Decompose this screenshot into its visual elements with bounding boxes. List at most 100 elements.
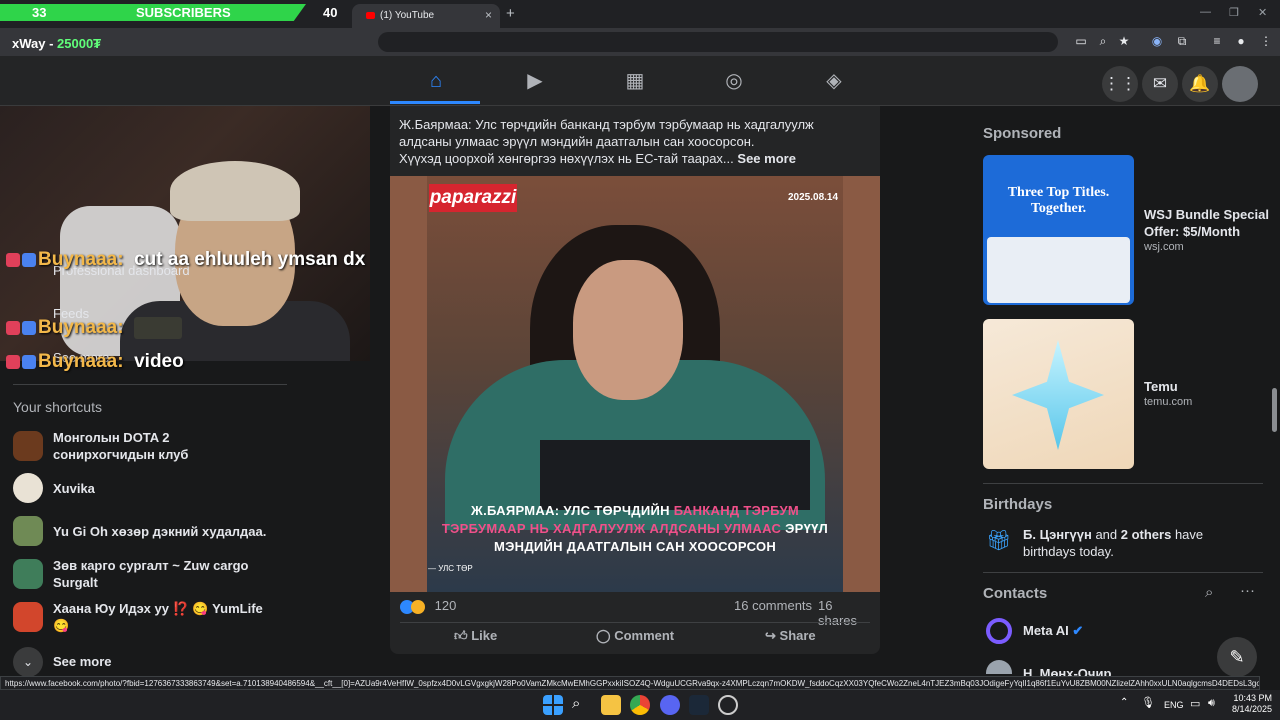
subscriber-goal: 40 bbox=[323, 5, 338, 20]
bookmark-star-icon[interactable]: ★ bbox=[1116, 34, 1132, 48]
podium bbox=[540, 440, 810, 510]
more-options-icon[interactable]: ··· bbox=[1240, 582, 1255, 599]
browser-tab[interactable]: (1) YouTube × bbox=[352, 4, 500, 28]
steam-icon[interactable] bbox=[689, 695, 709, 715]
birthday-and: and bbox=[1091, 527, 1121, 542]
meta-ai-icon bbox=[986, 618, 1012, 644]
volume-icon[interactable]: 🔊︎ bbox=[1208, 697, 1215, 710]
reaction-count[interactable]: 120 bbox=[435, 598, 457, 613]
shortcut-item[interactable]: Xuvika bbox=[13, 469, 293, 509]
new-message-icon[interactable]: ✎ bbox=[1217, 637, 1257, 677]
badge-icon bbox=[22, 321, 36, 335]
sad-reaction-icon bbox=[411, 599, 425, 614]
wsj-devices bbox=[987, 237, 1130, 303]
shortcuts-title: Your shortcuts bbox=[13, 399, 102, 415]
chat-text: cut aa ehluuleh ymsan dx bbox=[134, 249, 366, 270]
extension-icon[interactable]: ◉ bbox=[1149, 34, 1165, 48]
paparazzi-logo: paparazzi bbox=[429, 184, 517, 212]
cast-icon[interactable]: ▭ bbox=[1073, 34, 1089, 48]
shortcut-item[interactable]: Yu Gi Oh хөзөр дэкний худалдаа. bbox=[13, 512, 293, 552]
notifications-icon[interactable]: 🔔 bbox=[1182, 66, 1218, 102]
badge-icon bbox=[22, 354, 36, 369]
share-button[interactable]: ↪ Share bbox=[765, 628, 816, 644]
minimize-button[interactable]: — bbox=[1200, 6, 1211, 18]
microphone-icon[interactable]: 🎙︎ bbox=[1141, 696, 1155, 709]
close-tab-icon[interactable]: × bbox=[485, 8, 492, 22]
post-text: Ж.Баярмаа: Улс төрчдийн банканд тэрбум т… bbox=[399, 116, 869, 167]
like-label: Like bbox=[471, 628, 498, 643]
see-more-link[interactable]: See more bbox=[53, 654, 112, 669]
like-button[interactable]: 👍︎ Like bbox=[454, 628, 497, 644]
gaming-icon[interactable]: ◈ bbox=[784, 60, 884, 102]
ad-title[interactable]: WSJ Bundle Special Offer: $5/Month bbox=[1144, 206, 1274, 240]
birthday-text[interactable]: Б. Цэнгүүн and 2 others have birthdays t… bbox=[1023, 526, 1253, 560]
obs-icon[interactable] bbox=[718, 695, 738, 715]
discord-icon[interactable] bbox=[660, 695, 680, 715]
emote-image bbox=[134, 317, 183, 339]
contact-avatar bbox=[986, 660, 1012, 674]
tray-chevron-icon[interactable]: ⌃ bbox=[1120, 697, 1128, 708]
verified-icon: ✔ bbox=[1072, 623, 1084, 638]
language-indicator[interactable]: ENG bbox=[1164, 700, 1184, 710]
chat-user: Buynaaa: bbox=[38, 351, 124, 372]
donation-amount: 25000₮ bbox=[57, 36, 102, 51]
new-tab-button[interactable]: + bbox=[506, 5, 515, 22]
chat-message: Buynaaa: cut aa ehluuleh ymsan dx bbox=[6, 249, 365, 271]
puzzle-icon[interactable]: ⧉ bbox=[1174, 34, 1190, 49]
profile-icon[interactable]: ● bbox=[1233, 34, 1249, 48]
comments-count[interactable]: 16 comments bbox=[734, 598, 812, 613]
status-url: https://www.facebook.com/photo/?fbid=127… bbox=[0, 676, 1260, 690]
badge-icon bbox=[6, 354, 20, 369]
close-window-button[interactable]: ✕ bbox=[1258, 6, 1267, 19]
account-avatar[interactable] bbox=[1222, 66, 1258, 102]
messenger-icon[interactable]: ✉ bbox=[1142, 66, 1178, 102]
contact-item[interactable]: Н. Мөнх-Очир bbox=[1023, 666, 1111, 676]
share-icon: ↪ bbox=[765, 628, 776, 643]
contact-meta-ai[interactable]: Meta AI ✔ bbox=[1023, 623, 1083, 639]
menu-grid-icon[interactable]: ⋮⋮ bbox=[1102, 66, 1138, 102]
badge-icon bbox=[22, 252, 36, 267]
badge-icon bbox=[6, 252, 20, 267]
post-divider bbox=[400, 622, 870, 623]
home-icon[interactable]: ⌂ bbox=[386, 60, 486, 102]
zoom-icon[interactable]: ⌕ bbox=[1095, 34, 1111, 49]
menu-icon[interactable]: ⋮ bbox=[1258, 34, 1274, 48]
shortcut-item[interactable]: Монголын DOTA 2 сонирхогчидын клуб bbox=[13, 427, 293, 467]
shortcut-label: Хаана Юу Идэх уу ⁉️ 😋 YumLife😋 bbox=[53, 601, 263, 633]
search-icon[interactable]: ⌕ bbox=[572, 695, 592, 715]
chrome-icon[interactable] bbox=[630, 695, 650, 715]
chevron-down-icon[interactable]: ⌄ bbox=[13, 647, 43, 677]
chat-message: Buynaaa: bbox=[6, 317, 183, 339]
sponsored-title: Sponsored bbox=[983, 125, 1062, 142]
comment-icon: ◯ bbox=[596, 628, 611, 643]
birthdays-title: Birthdays bbox=[983, 496, 1053, 513]
network-icon[interactable]: ▭ bbox=[1190, 697, 1200, 710]
reading-list-icon[interactable]: ≡ bbox=[1209, 34, 1225, 48]
subscriber-goal-bar: 33 SUBSCRIBERS 40 bbox=[0, 4, 370, 22]
post-text-line1: Ж.Баярмаа: Улс төрчдийн банканд тэрбум т… bbox=[399, 117, 814, 149]
groups-icon[interactable]: ◎ bbox=[684, 60, 784, 102]
donation-text: xWay - 25000₮ bbox=[12, 36, 101, 51]
contacts-title: Contacts bbox=[983, 585, 1048, 602]
ad-title[interactable]: Temu bbox=[1144, 378, 1274, 395]
group-avatar bbox=[13, 473, 43, 503]
subscriber-label: SUBSCRIBERS bbox=[136, 5, 231, 20]
ad-domain: wsj.com bbox=[1144, 241, 1184, 253]
shortcut-label: Yu Gi Oh хөзөр дэкний худалдаа. bbox=[53, 523, 267, 539]
see-more-button[interactable]: See more bbox=[737, 151, 796, 166]
shortcut-item[interactable]: Зөв карго сургалт ~ Zuw cargo Surgalt bbox=[13, 555, 293, 595]
search-icon[interactable]: ⌕ bbox=[1205, 584, 1213, 601]
wsj-ad-image[interactable]: Three Top Titles. Together. bbox=[983, 155, 1134, 305]
address-bar[interactable] bbox=[378, 32, 1058, 52]
page-scrollbar[interactable] bbox=[1272, 388, 1277, 432]
restore-button[interactable]: ❐ bbox=[1229, 6, 1239, 19]
chat-user: Buynaaa: bbox=[38, 317, 124, 339]
shortcut-label: Xuvika bbox=[53, 480, 95, 496]
group-avatar bbox=[13, 516, 43, 546]
taskbar-clock[interactable]: 10:43 PM 8/14/2025 bbox=[1232, 693, 1272, 715]
video-icon[interactable]: ▶ bbox=[485, 60, 585, 102]
file-explorer-icon[interactable] bbox=[601, 695, 621, 715]
comment-button[interactable]: ◯ Comment bbox=[596, 628, 674, 644]
marketplace-icon[interactable]: ▦ bbox=[585, 60, 685, 102]
shortcut-item[interactable]: Хаана Юу Идэх уу ⁉️ 😋 YumLife😋 bbox=[13, 598, 293, 638]
